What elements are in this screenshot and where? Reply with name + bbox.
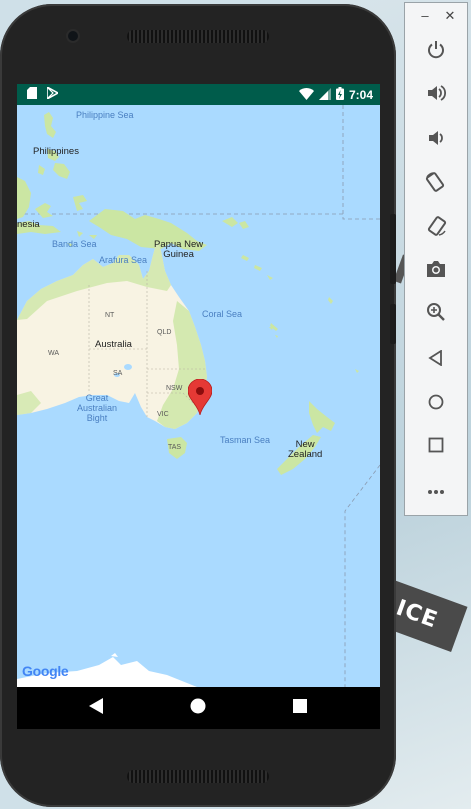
device-screen: 7:04 Philippine Sea Philippines nesia Ba… [17,84,380,729]
toolbar-overview-button[interactable] [423,434,449,460]
label-indonesia: nesia [17,219,40,230]
label-philippines: Philippines [33,146,79,157]
home-icon [428,394,444,415]
camera-icon [426,260,446,283]
label-tas: TAS [168,444,182,451]
nav-home-button[interactable] [187,697,209,719]
rotate-right-icon [425,215,447,242]
recents-icon [293,698,307,718]
google-attribution[interactable]: Google [22,663,69,679]
label-wa: WA [48,350,60,357]
navigation-bar [17,687,380,729]
label-arafura-sea: Arafura Sea [99,255,148,265]
map-marker-pin[interactable] [188,379,212,415]
screenshot-button[interactable] [423,258,449,284]
google-map[interactable]: Philippine Sea Philippines nesia Banda S… [17,105,380,687]
label-australia: Australia [95,339,132,350]
label-papua-new-guinea: Papua New Guinea [154,239,204,260]
wifi-icon [298,87,314,103]
label-tasman-sea: Tasman Sea [220,435,271,445]
overview-icon [428,437,444,458]
battery-charging-icon [335,87,344,103]
label-banda-sea: Banda Sea [52,239,97,249]
volume-up-icon [426,83,447,108]
status-time: 7:04 [348,88,373,102]
signal-icon [318,87,331,103]
volume-down-icon [426,128,446,153]
zoom-icon [426,302,446,327]
back-icon [428,348,444,371]
label-new-zealand: New Zealand [288,439,323,460]
power-button[interactable] [423,39,449,65]
label-qld: QLD [157,329,172,336]
more-icon [427,482,445,500]
back-icon [89,697,103,719]
status-bar: 7:04 [17,84,380,105]
volume-up-button[interactable] [423,82,449,108]
close-button[interactable]: ✕ [443,8,457,24]
volume-down-button[interactable] [423,127,449,153]
top-speaker [127,30,269,43]
label-nt: NT [105,312,115,319]
bottom-speaker [127,770,269,783]
toolbar-home-button[interactable] [423,391,449,417]
label-nsw: NSW [166,385,183,392]
nav-recents-button[interactable] [289,697,311,719]
minimize-button[interactable]: – [418,8,432,23]
rotate-left-button[interactable] [423,171,449,197]
home-icon [190,698,206,719]
label-coral-sea: Coral Sea [202,309,243,319]
google-logo-text: Google [22,663,69,679]
rotate-left-icon [425,171,447,198]
zoom-button[interactable] [423,301,449,327]
rotate-right-button[interactable] [423,215,449,241]
volume-rocker [390,214,396,284]
play-store-icon [46,85,60,102]
label-sa: SA [113,370,123,377]
label-philippine-sea: Philippine Sea [76,110,134,120]
power-icon [426,40,446,65]
front-camera [68,31,78,41]
toolbar-back-button[interactable] [423,347,449,373]
nav-back-button[interactable] [85,697,107,719]
toolbar-titlebar: – ✕ [405,3,467,31]
desktop-tag-text: ICE [392,595,442,633]
toolbar-more-button[interactable] [423,478,449,504]
emulator-phone-frame: 7:04 Philippine Sea Philippines nesia Ba… [0,4,396,807]
label-great-australian-bight: Great Australian Bight [77,393,118,423]
label-vic: VIC [157,411,169,418]
power-side-button [390,304,396,344]
emulator-toolbar: – ✕ [404,2,468,516]
sd-card-icon [27,87,37,102]
